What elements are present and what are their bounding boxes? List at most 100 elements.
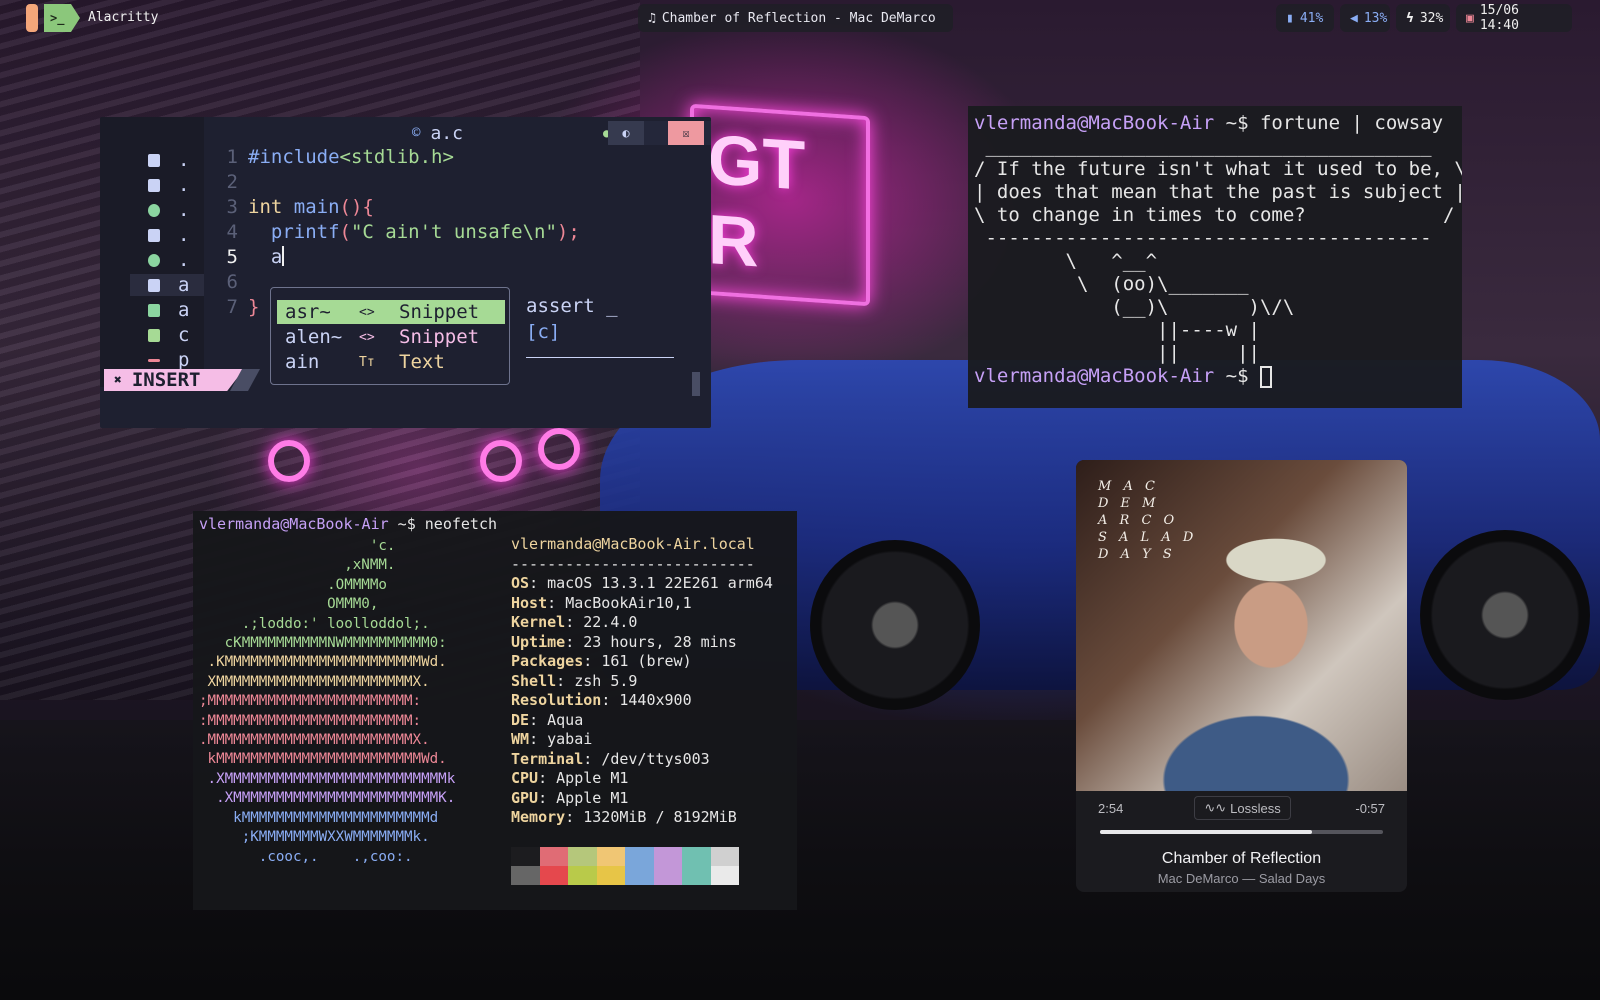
cpu-icon: ▮: [1286, 10, 1294, 26]
info-row: Terminal: /dev/ttys003: [511, 749, 710, 768]
code-line[interactable]: 3 int main(){: [210, 196, 374, 220]
file-tree-item[interactable]: .: [148, 149, 189, 171]
file-tree-item[interactable]: c: [148, 324, 189, 346]
clock-widget[interactable]: ▣ 15/06 14:40: [1456, 3, 1572, 33]
prompt-symbol: ~$: [388, 515, 425, 533]
color-palette: [511, 847, 739, 885]
completion-menu[interactable]: asr~ <> Snippet alen~ <> Snippet ain Tт …: [270, 287, 510, 385]
ascii-line: .OMMMMo: [199, 576, 387, 593]
apple-logo-ascii: 'c. ,xNMM. .OMMMMo OMMM0, .;loddo:' lool…: [199, 537, 455, 867]
code-token: (: [339, 221, 351, 243]
terminal-app-icon[interactable]: >_: [44, 4, 80, 32]
volume-widget[interactable]: ◀ 13%: [1340, 4, 1390, 32]
completion-item[interactable]: alen~ <> Snippet: [277, 325, 505, 349]
info-key: Host: [511, 593, 548, 612]
line-number: 4: [226, 221, 238, 243]
now-playing-widget[interactable]: ♫ Chamber of Reflection - Mac DeMarco: [638, 4, 953, 32]
code-line[interactable]: 2: [210, 171, 248, 195]
now-playing-label: Chamber of Reflection - Mac DeMarco: [661, 10, 936, 26]
waveform-icon: ∿∿: [1204, 800, 1227, 815]
playback-progress[interactable]: [1100, 830, 1383, 834]
info-row: Shell: zsh 5.9: [511, 671, 638, 690]
palette-swatch: [653, 847, 682, 866]
info-value: macOS 13.3.1 22E261 arm64: [547, 574, 773, 592]
palette-swatch: [511, 866, 540, 885]
tab-title: a.c: [430, 122, 463, 144]
music-player-widget[interactable]: M A C D E M A R C O S A L A D D A Y S 2:…: [1076, 460, 1407, 892]
wallpaper-neon-sign: GT R: [690, 103, 870, 307]
file-tree-item[interactable]: .: [148, 174, 189, 196]
battery-widget[interactable]: ϟ 32%: [1396, 4, 1450, 32]
file-tree-item-selected[interactable]: a: [130, 274, 204, 296]
file-tree-item[interactable]: .: [148, 199, 189, 221]
info-key: Memory: [511, 808, 566, 826]
code-token: }: [248, 296, 260, 318]
command-text: fortune | cowsay: [1259, 112, 1444, 134]
line-number: 3: [226, 196, 238, 218]
focused-app-name: Alacritty: [88, 10, 159, 25]
terminal-window-cowsay[interactable]: vlermanda@MacBook-Air ~$ fortune | cowsa…: [968, 106, 1462, 408]
ascii-line: .XMMMMMMMMMMMMMMMMMMMMMMMMK.: [199, 790, 456, 807]
file-tree-label: .: [178, 174, 190, 196]
mode-indicator: ✖ INSERT: [104, 369, 244, 391]
datetime-value: 15/06 14:40: [1479, 3, 1519, 33]
gear-icon: [148, 253, 160, 267]
terminal-prompt-icon: >_: [50, 11, 65, 25]
file-tree-item[interactable]: .: [148, 224, 189, 246]
file-tree-label: .: [178, 224, 190, 246]
info-key: GPU: [511, 788, 539, 807]
palette-swatch: [568, 866, 597, 885]
wallpaper-taillight: [480, 440, 522, 482]
album-artwork[interactable]: M A C D E M A R C O S A L A D D A Y S: [1076, 460, 1407, 791]
info-row: Memory: 1320MiB / 8192MiB: [511, 808, 737, 826]
info-row: DE: Aqua: [511, 710, 584, 729]
line-number: 1: [226, 146, 238, 168]
docs-scrollbar[interactable]: [692, 372, 700, 396]
prompt-line: vlermanda@MacBook-Air ~$ neofetch: [199, 515, 497, 533]
line-number: 2: [226, 171, 238, 193]
vim-icon: ✖: [114, 372, 122, 388]
terminal-window-neofetch[interactable]: vlermanda@MacBook-Air ~$ neofetch 'c. ,x…: [193, 511, 797, 910]
document-icon: [148, 328, 160, 342]
code-line[interactable]: 4 printf("C ain't unsafe\n");: [210, 221, 580, 245]
completion-item[interactable]: ain Tт Text: [277, 350, 505, 374]
code-line[interactable]: 7 }: [210, 296, 260, 320]
cpu-widget[interactable]: ▮ 41%: [1276, 4, 1334, 32]
info-key: WM: [511, 730, 530, 748]
music-note-icon: ♫: [648, 10, 656, 26]
info-row: OS: macOS 13.3.1 22E261 arm64: [511, 574, 773, 592]
close-icon[interactable]: ☒: [668, 121, 704, 145]
quality-label: Lossless: [1230, 800, 1281, 816]
code-line[interactable]: 6: [210, 271, 248, 295]
code-line-current[interactable]: 5 a: [210, 246, 285, 270]
ascii-line: cKMMMMMMMMMMNWMMMMMMMMMM0:: [199, 635, 447, 652]
info-key: Resolution: [511, 691, 602, 709]
tab-a-c[interactable]: © a.c ●: [300, 121, 610, 145]
volume-value: 13%: [1363, 10, 1388, 26]
snippet-icon: <>: [359, 329, 375, 345]
code-token: <stdlib.h>: [339, 146, 454, 168]
line-number: 6: [226, 271, 238, 293]
ascii-line: .KMMMMMMMMMMMMMMMMMMMMMMMWd.: [199, 654, 447, 671]
file-tree-item[interactable]: a: [148, 299, 189, 321]
file-tree-item[interactable]: .: [148, 249, 189, 271]
toggle-icon[interactable]: ◐: [608, 121, 644, 145]
progress-fill: [1100, 830, 1313, 834]
palette-swatch: [511, 847, 540, 866]
file-tree-item[interactable]: p: [148, 349, 189, 371]
palette-swatch: [568, 847, 597, 866]
info-value: yabai: [547, 730, 593, 748]
prompt-user: vlermanda@MacBook-Air: [974, 365, 1215, 387]
workspace-indicator[interactable]: [26, 4, 38, 32]
code-line[interactable]: 1 #include <stdlib.h>: [210, 146, 454, 170]
file-icon: [148, 228, 160, 242]
mode-label: INSERT: [131, 369, 201, 391]
wallpaper-taillight: [268, 440, 310, 482]
ascii-line: OMMM0,: [199, 596, 379, 613]
completion-item[interactable]: asr~ <> Snippet: [277, 300, 505, 324]
command-text: neofetch: [424, 515, 498, 533]
file-tree-label: .: [178, 249, 190, 271]
info-key: Shell: [511, 671, 557, 690]
info-value: Apple M1: [556, 788, 629, 807]
completion-kind: Text: [399, 351, 445, 373]
